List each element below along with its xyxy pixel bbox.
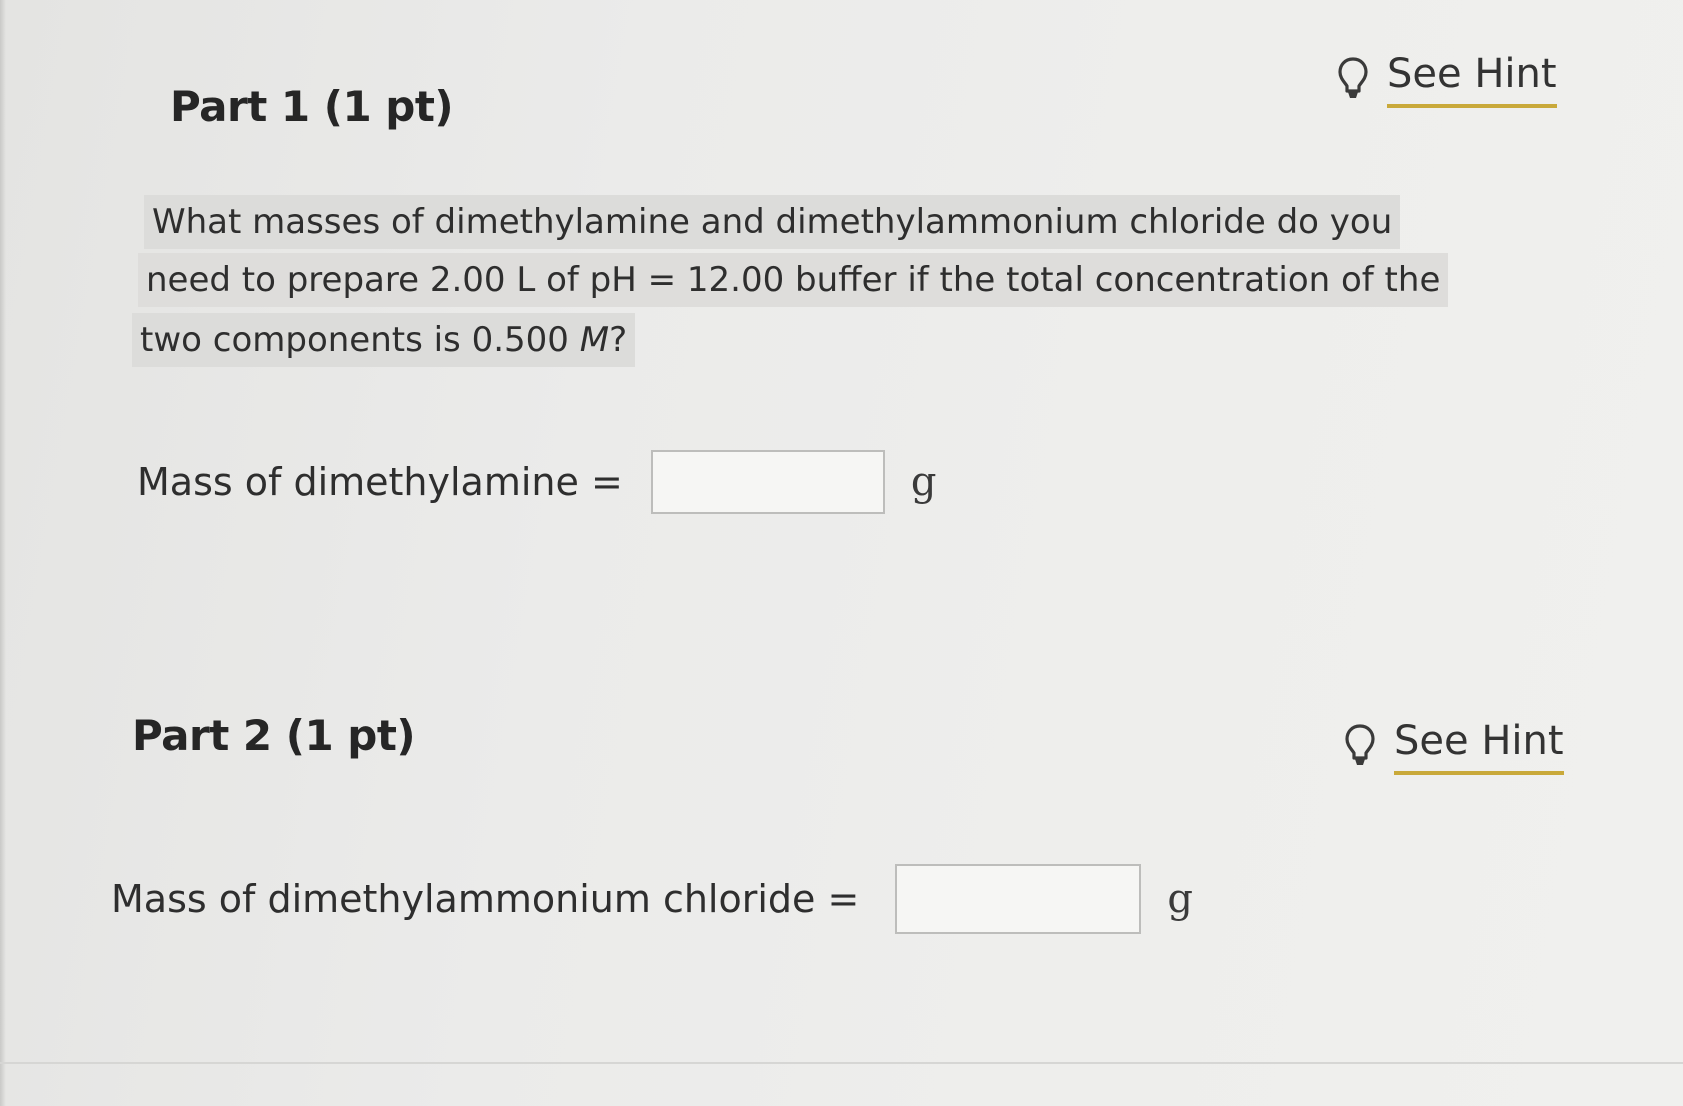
question-line-1: What masses of dimethylamine and dimethy… — [144, 195, 1401, 249]
dimethylamine-mass-unit: g — [910, 459, 937, 505]
lightbulb-icon — [1345, 724, 1375, 765]
answer-row-dimethylammonium-chloride: Mass of dimethylammonium chloride = g — [111, 864, 1193, 934]
question-line-3-suffix: ? — [609, 320, 628, 360]
dimethylammonium-chloride-mass-input[interactable] — [895, 864, 1142, 934]
molarity-variable: M — [579, 320, 610, 360]
dimethylamine-mass-input[interactable] — [650, 450, 885, 514]
question-line-3: two components is 0.500 M? — [132, 313, 636, 367]
dimethylamine-mass-label: Mass of dimethylamine = — [137, 460, 623, 504]
part1-hint-label[interactable]: See Hint — [1387, 50, 1557, 108]
question-line-2: need to prepare 2.00 L of pH = 12.00 buf… — [138, 253, 1449, 307]
part1-title: Part 1 (1 pt) — [170, 82, 454, 131]
page-edge-shadow — [0, 0, 6, 1106]
dimethylammonium-chloride-mass-label: Mass of dimethylammonium chloride = — [111, 877, 860, 921]
part2-hint-label[interactable]: See Hint — [1394, 717, 1564, 775]
lightbulb-icon — [1338, 57, 1368, 98]
part2-title: Part 2 (1 pt) — [132, 711, 416, 760]
part1-see-hint-link[interactable]: See Hint — [1337, 50, 1557, 108]
answer-row-dimethylamine: Mass of dimethylamine = g — [137, 450, 936, 514]
bottom-divider — [0, 1062, 1683, 1064]
dimethylammonium-chloride-mass-unit: g — [1167, 876, 1193, 922]
part2-see-hint-link[interactable]: See Hint — [1344, 717, 1564, 775]
question-line-3-prefix: two components is 0.500 — [140, 320, 580, 360]
